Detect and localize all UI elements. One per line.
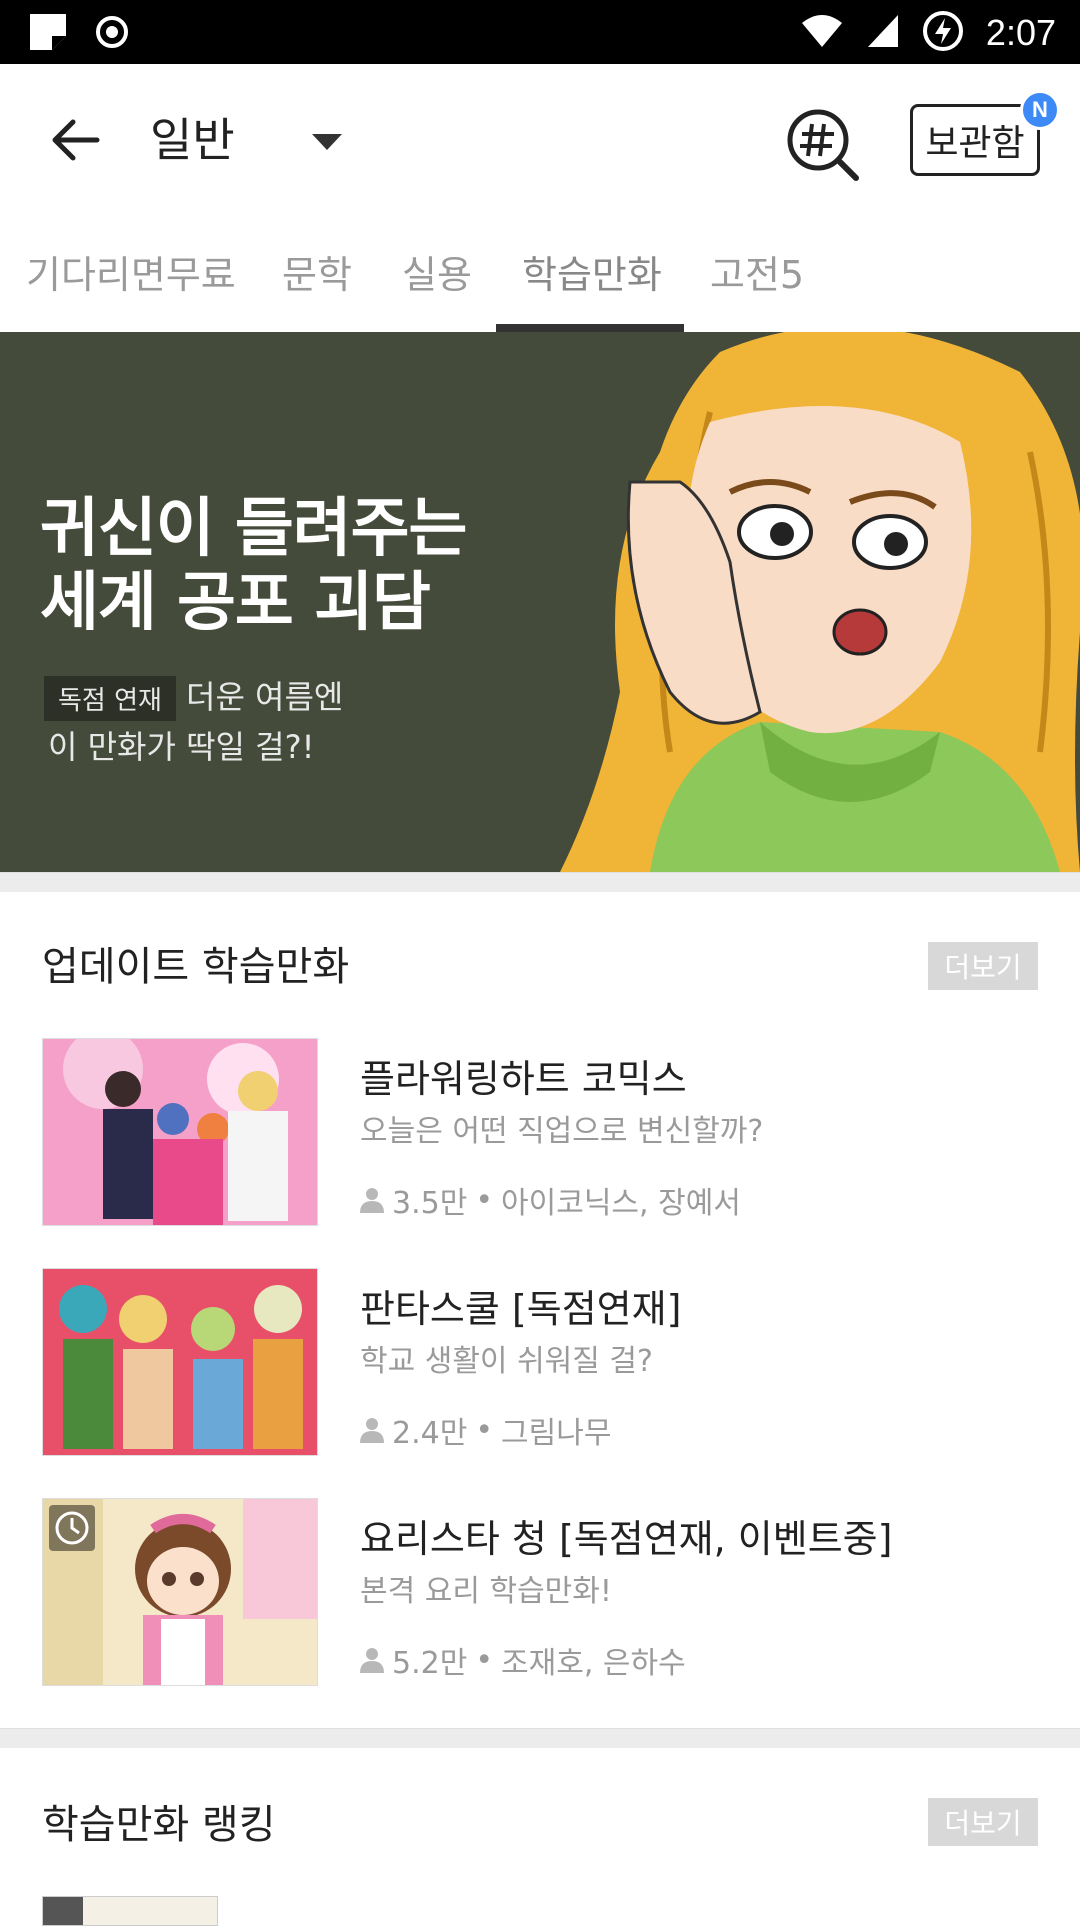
tab-practical[interactable]: 실용 xyxy=(402,244,472,299)
comic-title: 판타스쿨 [독점연재] xyxy=(360,1287,682,1331)
separator: • xyxy=(475,1412,494,1448)
section-title-updates: 업데이트 학습만화 xyxy=(42,944,350,990)
banner-title: 귀신이 들려주는 세계 공포 괴담 xyxy=(40,492,467,640)
comic-authors: 그림나무 xyxy=(501,1416,612,1451)
comic-description: 본격 요리 학습만화! xyxy=(360,1574,612,1609)
list-item[interactable]: 플라워링하트 코믹스 오늘은 어떤 직업으로 변신할까? 3.5만 • 아이코닉… xyxy=(42,1038,1042,1228)
person-icon xyxy=(360,1648,384,1673)
separator: • xyxy=(475,1642,494,1678)
app-bar: 일반 보관함 N xyxy=(0,64,1080,214)
ranking-thumbnail[interactable] xyxy=(42,1896,218,1926)
wifi-icon xyxy=(800,13,844,53)
promo-banner[interactable]: 귀신이 들려주는 세계 공포 괴담 독점 연재 더운 여름엔 이 만화가 딱일 … xyxy=(0,332,1080,872)
record-icon xyxy=(94,14,130,54)
tab-classics[interactable]: 고전5 xyxy=(710,244,804,299)
banner-tag: 독점 연재 xyxy=(44,676,176,721)
view-count: 3.5만 xyxy=(392,1186,468,1221)
category-tabs: 기다리면무료 문학 실용 학습만화 고전5 xyxy=(0,214,1080,332)
tab-learning-comics[interactable]: 학습만화 xyxy=(522,244,662,299)
page-title: 일반 xyxy=(150,113,235,167)
hashtag-search-button[interactable] xyxy=(782,104,862,184)
list-item[interactable]: 요리스타 청 [독점연재, 이벤트중] 본격 요리 학습만화! 5.2만 • 조… xyxy=(42,1498,1042,1688)
comic-meta: 3.5만 • 아이코닉스, 장예서 xyxy=(360,1178,741,1222)
separator: • xyxy=(475,1182,494,1218)
comic-title: 플라워링하트 코믹스 xyxy=(360,1057,687,1101)
banner-illustration xyxy=(560,332,1080,872)
tab-literature[interactable]: 문학 xyxy=(282,244,352,299)
list-item[interactable]: 판타스쿨 [독점연재] 학교 생활이 쉬워질 걸? 2.4만 • 그림나무 xyxy=(42,1268,1042,1458)
comic-description: 학교 생활이 쉬워질 걸? xyxy=(360,1344,653,1379)
back-arrow-icon xyxy=(52,119,100,161)
more-button-ranking[interactable]: 더보기 xyxy=(928,1798,1038,1846)
comic-description: 오늘은 어떤 직업으로 변신할까? xyxy=(360,1114,764,1149)
hashtag-search-icon xyxy=(787,109,859,181)
comic-thumbnail xyxy=(42,1268,318,1456)
person-icon xyxy=(360,1418,384,1443)
view-count: 5.2만 xyxy=(392,1646,468,1681)
clock-icon xyxy=(49,1505,95,1551)
section-divider xyxy=(0,872,1080,892)
tab-wait-free[interactable]: 기다리면무료 xyxy=(26,244,236,299)
back-button[interactable] xyxy=(44,108,108,172)
new-badge: N xyxy=(1020,90,1060,130)
category-selector[interactable]: 일반 xyxy=(150,104,235,170)
more-button-updates[interactable]: 더보기 xyxy=(928,942,1038,990)
comic-thumbnail xyxy=(42,1498,318,1686)
comic-title: 요리스타 청 [독점연재, 이벤트중] xyxy=(360,1517,893,1561)
status-bar: 2:07 xyxy=(0,0,1080,64)
notification-icon xyxy=(28,12,68,56)
signal-icon xyxy=(866,13,900,53)
chevron-down-icon[interactable] xyxy=(312,134,342,154)
banner-subtitle-2: 이 만화가 딱일 걸?! xyxy=(48,728,315,766)
comic-authors: 조재호, 은하수 xyxy=(501,1646,686,1681)
person-icon xyxy=(360,1188,384,1213)
clock: 2:07 xyxy=(985,12,1056,53)
view-count: 2.4만 xyxy=(392,1416,468,1451)
battery-charging-icon xyxy=(922,10,964,56)
comic-authors: 아이코닉스, 장예서 xyxy=(501,1186,741,1221)
active-tab-indicator xyxy=(496,324,684,332)
banner-subtitle: 더운 여름엔 xyxy=(186,678,344,716)
section-title-ranking: 학습만화 랭킹 xyxy=(42,1802,276,1848)
comic-meta: 2.4만 • 그림나무 xyxy=(360,1408,611,1452)
comic-meta: 5.2만 • 조재호, 은하수 xyxy=(360,1638,686,1682)
comic-thumbnail xyxy=(42,1038,318,1226)
section-divider xyxy=(0,1728,1080,1748)
